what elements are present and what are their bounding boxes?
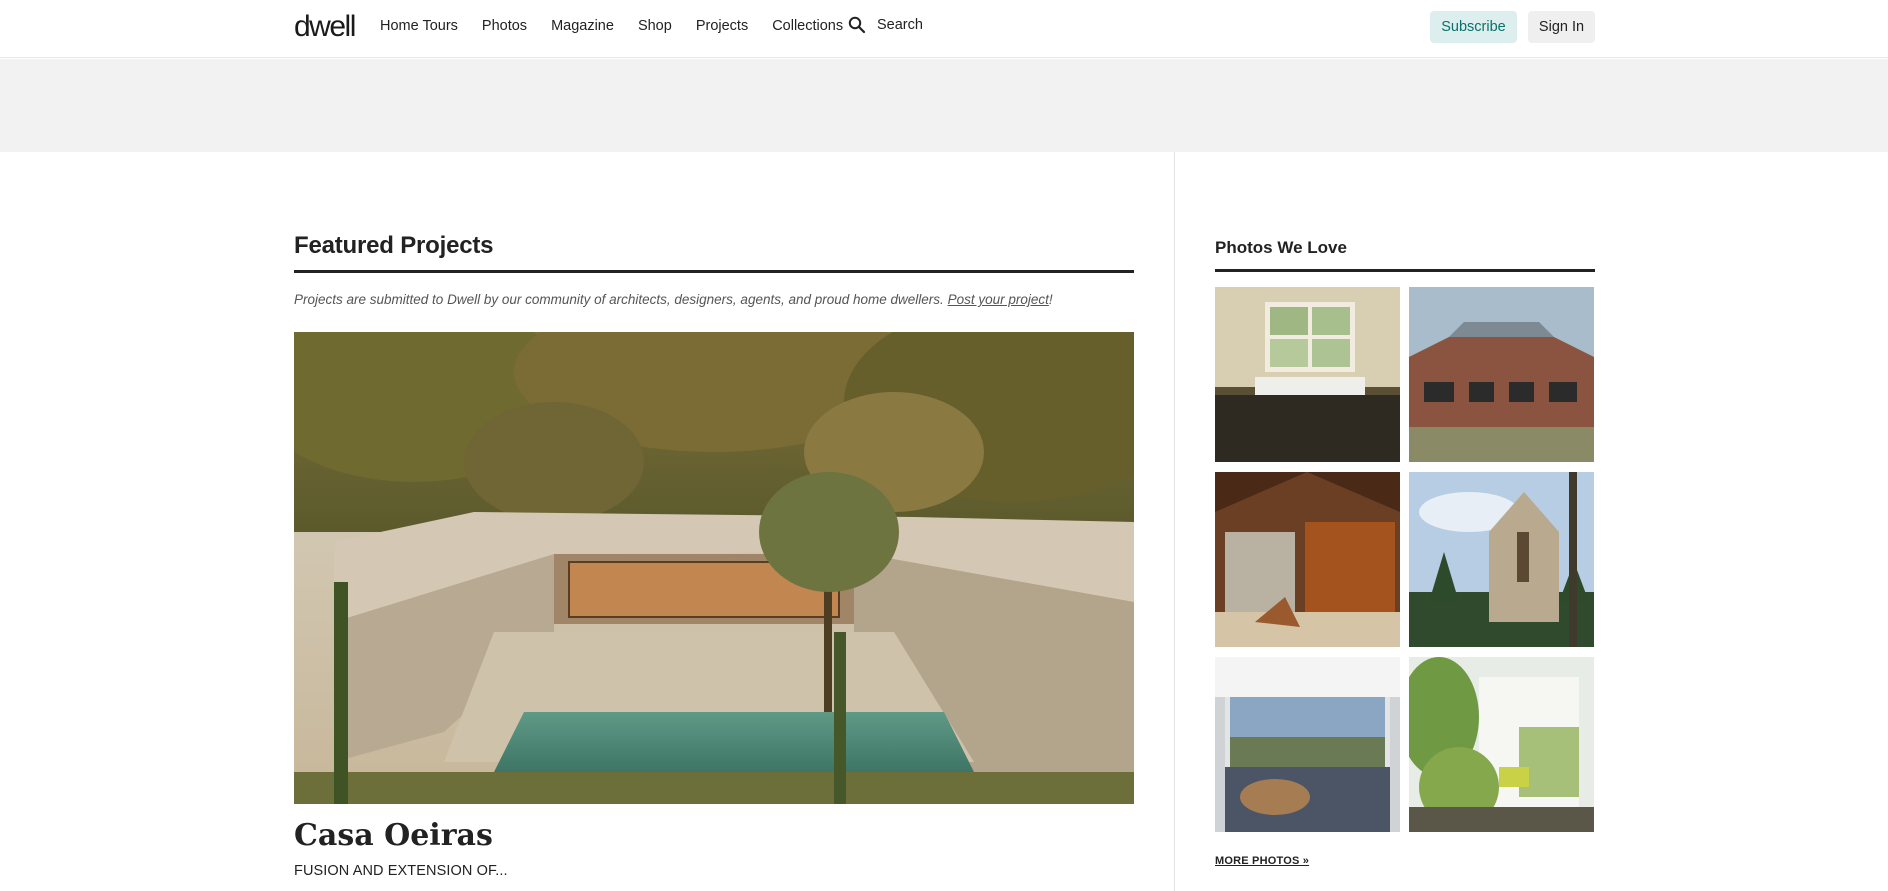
column-divider [1174, 152, 1175, 891]
featured-intro: Projects are submitted to Dwell by our c… [294, 292, 1053, 307]
nav-projects[interactable]: Projects [696, 18, 748, 34]
intro-text: Projects are submitted to Dwell by our c… [294, 292, 948, 307]
search-box[interactable]: Search [848, 16, 923, 34]
nav-home-tours[interactable]: Home Tours [380, 18, 458, 34]
wood-interior-photo[interactable] [1215, 472, 1400, 647]
post-project-link[interactable]: Post your project [948, 292, 1049, 307]
more-photos-link[interactable]: MORE PHOTOS » [1215, 855, 1309, 867]
sidebar-rule [1215, 269, 1595, 272]
project-title[interactable]: Casa Oeiras [294, 818, 493, 853]
photos-we-love-title: Photos We Love [1215, 238, 1347, 257]
site-header: dwell Home Tours Photos Magazine Shop Pr… [0, 0, 1888, 58]
search-label[interactable]: Search [877, 17, 923, 33]
section-rule [294, 270, 1134, 273]
nav-shop[interactable]: Shop [638, 18, 672, 34]
main-nav: Home Tours Photos Magazine Shop Projects… [380, 18, 867, 34]
nav-photos[interactable]: Photos [482, 18, 527, 34]
intro-end: ! [1048, 292, 1053, 307]
project-subtitle: FUSION AND EXTENSION OF... [294, 863, 508, 879]
featured-projects-title: Featured Projects [294, 232, 494, 259]
brick-building-photo[interactable] [1409, 287, 1594, 462]
search-icon [848, 16, 866, 34]
porch-tub-photo[interactable] [1215, 657, 1400, 832]
forest-cabin-photo[interactable] [1409, 472, 1594, 647]
nav-collections[interactable]: Collections [772, 18, 843, 34]
subscribe-button[interactable]: Subscribe [1430, 11, 1517, 43]
ad-banner-area [0, 59, 1888, 152]
greenery-doorway-photo[interactable] [1409, 657, 1594, 832]
featured-project-image[interactable] [294, 332, 1134, 804]
nav-magazine[interactable]: Magazine [551, 18, 614, 34]
sign-in-button[interactable]: Sign In [1528, 11, 1595, 43]
dwell-logo[interactable]: dwell [294, 12, 356, 42]
kitchen-sink-photo[interactable] [1215, 287, 1400, 462]
